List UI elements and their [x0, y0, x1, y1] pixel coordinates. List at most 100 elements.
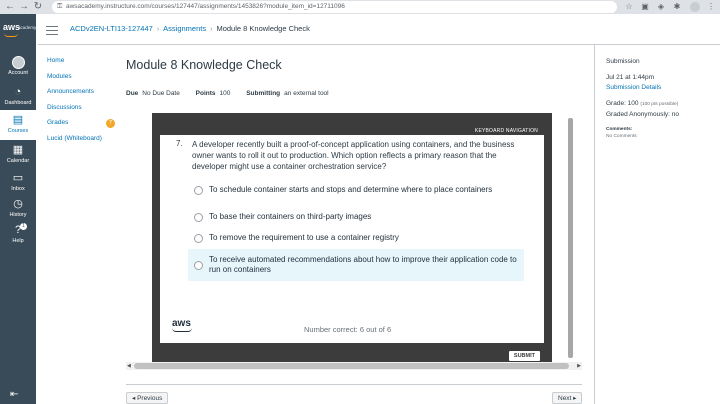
history-clock-icon: ◷	[13, 198, 23, 210]
inbox-icon: ▭	[12, 172, 24, 184]
nav-label: Dashboard	[4, 100, 32, 106]
extension-icon[interactable]: ◈	[656, 2, 666, 12]
previous-button[interactable]: ◂ Previous	[126, 392, 169, 404]
global-nav-account[interactable]: Account	[0, 52, 36, 82]
course-nav-announcements[interactable]: Announcements	[47, 87, 102, 103]
option-text: To base their containers on third-party …	[209, 212, 372, 221]
nav-label: Courses	[7, 128, 29, 134]
dashboard-icon: ◔	[14, 86, 22, 98]
radio-button[interactable]	[194, 260, 203, 270]
scroll-right-icon[interactable]: ▶	[577, 362, 581, 370]
sidebar-divider	[594, 44, 595, 404]
points-value: 100	[219, 90, 231, 97]
grade-note: (100 pts possible)	[640, 102, 679, 107]
page-title: Module 8 Knowledge Check	[126, 58, 282, 72]
nav-label: Calendar	[6, 158, 30, 164]
submission-details-link[interactable]: Submission Details	[606, 83, 716, 93]
global-nav-help[interactable]: ? 1 Help	[0, 220, 36, 250]
option-text: To receive automated recommendations abo…	[209, 255, 517, 274]
calendar-icon: ▦	[12, 144, 24, 156]
course-nav-grades[interactable]: Grades	[47, 118, 102, 134]
quiz-tool-frame: KEYBOARD NAVIGATION 7. A developer recen…	[152, 113, 552, 363]
aws-smile-icon	[172, 328, 192, 332]
reload-icon[interactable]: ↻	[32, 1, 44, 13]
global-nav-calendar[interactable]: ▦ Calendar	[0, 140, 36, 170]
graded-anonymously: Graded Anonymously: no	[606, 111, 679, 118]
course-nav-discussions[interactable]: Discussions	[47, 103, 102, 119]
due-label: Due	[126, 90, 139, 97]
due-value: No Due Date	[142, 90, 180, 97]
submit-button[interactable]: SUBMIT	[508, 351, 540, 361]
browser-menu-icon[interactable]: ⋮	[706, 2, 716, 12]
url-text: awsacademy.instructure.com/courses/12744…	[66, 3, 345, 10]
question-number: 7.	[176, 139, 183, 148]
grades-badge: 7	[106, 119, 115, 128]
chevron-right-icon: ›	[156, 26, 160, 33]
help-badge: 1	[20, 223, 27, 230]
breadcrumb-current: Module 8 Knowledge Check	[216, 24, 310, 33]
course-nav-home[interactable]: Home	[47, 56, 102, 72]
answer-option[interactable]: To schedule container starts and stops a…	[188, 178, 524, 202]
comments-heading: Comments:	[606, 127, 633, 132]
nav-label: History	[9, 212, 27, 218]
aws-logo: aws	[172, 318, 192, 332]
option-text: To schedule container starts and stops a…	[209, 185, 493, 194]
extensions-puzzle-icon[interactable]: ✱	[672, 2, 682, 12]
chevron-right-icon: ›	[210, 26, 213, 33]
answer-option-selected[interactable]: To receive automated recommendations abo…	[188, 249, 524, 281]
forward-icon[interactable]: →	[18, 1, 30, 13]
profile-icon[interactable]	[690, 2, 700, 12]
browser-toolbar: ← → ↻ ⚿ awsacademy.instructure.com/cours…	[0, 0, 720, 14]
course-nav: Home Modules Announcements Discussions G…	[47, 56, 115, 150]
global-nav-courses[interactable]: ▤ Courses	[0, 110, 36, 140]
address-bar[interactable]: ⚿ awsacademy.instructure.com/courses/127…	[52, 1, 617, 13]
footer-divider	[126, 384, 582, 385]
radio-button[interactable]	[194, 185, 203, 195]
back-icon[interactable]: ←	[4, 1, 16, 13]
points-label: Points	[195, 90, 216, 97]
option-text: To remove the requirement to use a conta…	[209, 233, 399, 242]
radio-button[interactable]	[194, 212, 203, 222]
nav-label: Account	[8, 70, 28, 76]
courses-icon: ▤	[12, 114, 24, 126]
submission-date: Jul 21 at 1:44pm	[606, 74, 655, 81]
aws-academy-logo[interactable]: aws academy	[0, 14, 36, 52]
breadcrumb-course[interactable]: ACDv2EN-LTI13-127447	[70, 24, 153, 33]
next-button[interactable]: Next ▸	[552, 392, 583, 404]
course-nav-lucid[interactable]: Lucid (Whiteboard)	[47, 134, 102, 150]
keyboard-navigation-button[interactable]: KEYBOARD NAVIGATION	[468, 127, 544, 135]
submitting-label: Submitting	[246, 90, 281, 97]
breadcrumb-assignments[interactable]: Assignments	[163, 24, 206, 33]
global-nav: aws academy Account ◔ Dashboard ▤ Course…	[0, 14, 36, 404]
question-text: A developer recently built a proof-of-co…	[192, 140, 515, 171]
breadcrumb: ACDv2EN-LTI13-127447 › Assignments › Module …	[70, 24, 310, 33]
answer-option[interactable]: To base their containers on third-party …	[188, 210, 524, 224]
global-nav-dashboard[interactable]: ◔ Dashboard	[0, 82, 36, 112]
scroll-left-icon[interactable]: ◀	[127, 362, 131, 370]
aws-smile-icon	[4, 33, 18, 37]
grade-row: Grade: 100 (100 pts possible)	[606, 99, 716, 110]
lock-icon: ⚿	[57, 3, 63, 10]
page-scrollbar[interactable]	[568, 118, 573, 358]
score-text: Number correct: 6 out of 6	[304, 325, 392, 334]
submission-sidebar: Submission Jul 21 at 1:44pm Submission D…	[606, 58, 716, 140]
frame-scrollbar[interactable]	[544, 135, 552, 343]
nav-label: Inbox	[11, 186, 25, 192]
sidebar-heading: Submission	[606, 58, 640, 65]
answer-option[interactable]: To remove the requirement to use a conta…	[188, 231, 524, 245]
comments-value: No Comments	[606, 134, 637, 139]
collapse-nav-icon[interactable]: ⇤	[10, 389, 18, 400]
horizontal-scrollbar[interactable]: ◀ ▶	[126, 362, 582, 370]
radio-button[interactable]	[194, 233, 203, 243]
grade-value: Grade: 100	[606, 100, 639, 107]
course-nav-modules[interactable]: Modules	[47, 72, 102, 88]
extension-icon[interactable]: ▣	[640, 2, 650, 12]
course-menu-toggle-icon[interactable]	[46, 26, 58, 35]
scrollbar-thumb[interactable]	[134, 363, 569, 369]
submitting-value: an external tool	[284, 90, 329, 97]
header-divider	[38, 44, 720, 45]
assignment-meta: Due No Due Date Points 100 Submitting an ex…	[126, 90, 343, 97]
logo-subtext: academy	[18, 25, 37, 30]
bookmark-icon[interactable]: ☆	[624, 2, 634, 12]
question-card: 7. A developer recently built a proof-of…	[160, 135, 544, 343]
